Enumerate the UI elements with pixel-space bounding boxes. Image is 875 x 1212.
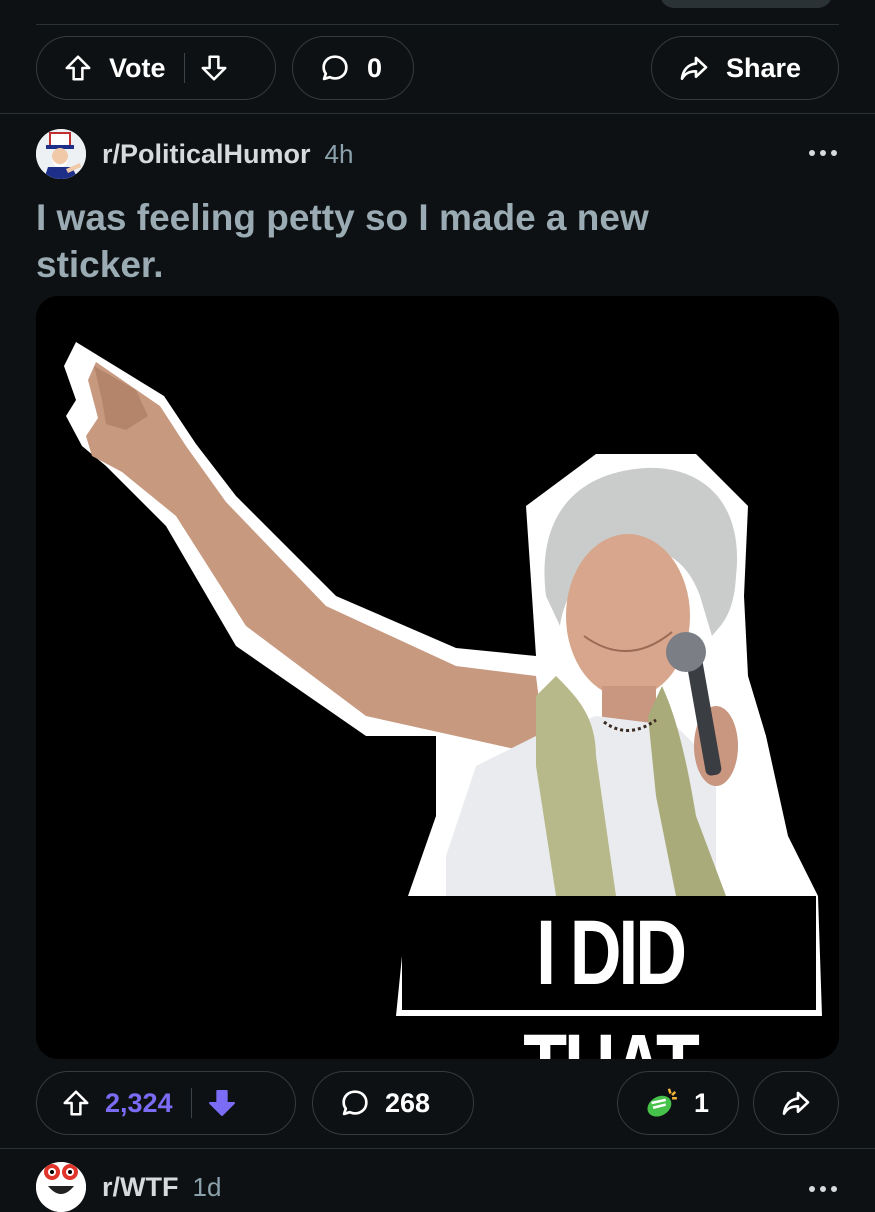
divider	[36, 24, 839, 25]
share-label: Share	[726, 52, 802, 83]
vote-divider	[190, 1088, 193, 1118]
comment-icon	[319, 52, 351, 84]
subreddit-avatar[interactable]	[36, 1162, 86, 1212]
more-options-icon[interactable]	[809, 150, 837, 156]
comment-count: 268	[385, 1087, 431, 1118]
post-time: 4h	[324, 138, 354, 169]
vote-divider	[183, 53, 186, 83]
vote-label: Vote	[109, 52, 166, 83]
comments-button[interactable]: 0	[292, 36, 414, 100]
subreddit-name[interactable]: r/PoliticalHumor	[102, 139, 311, 170]
downvote-icon-active[interactable]	[206, 1087, 238, 1119]
next-post-meta: r/WTF 1d	[36, 1162, 221, 1212]
upvote-icon[interactable]	[61, 1088, 91, 1118]
vote-count: 2,324	[105, 1087, 173, 1118]
more-options-icon[interactable]	[809, 1186, 837, 1192]
post-image[interactable]: I DID THAT	[36, 296, 839, 1059]
share-icon	[780, 1087, 812, 1119]
comment-count: 0	[367, 52, 383, 83]
award-button[interactable]: 1	[617, 1071, 739, 1135]
award-icon	[642, 1084, 680, 1122]
share-icon	[678, 52, 710, 84]
vote-group: 2,324	[36, 1071, 296, 1135]
sticker-caption: I DID THAT	[523, 902, 700, 1059]
downvote-icon[interactable]	[199, 53, 229, 83]
award-count: 1	[694, 1087, 710, 1118]
comments-button[interactable]: 268	[312, 1071, 474, 1135]
subreddit-avatar[interactable]	[36, 129, 86, 179]
share-button[interactable]: Share	[651, 36, 839, 100]
vote-group: Vote	[36, 36, 276, 100]
post-title[interactable]: I was feeling petty so I made a new stic…	[36, 194, 656, 288]
divider	[0, 113, 875, 114]
share-button[interactable]	[753, 1071, 839, 1135]
comment-icon	[339, 1087, 371, 1119]
subreddit-name[interactable]: r/WTF	[102, 1172, 178, 1203]
upvote-icon[interactable]	[63, 53, 93, 83]
divider	[0, 1148, 875, 1149]
post-meta: r/PoliticalHumor 4h	[36, 128, 353, 180]
post-time: 1d	[192, 1171, 222, 1202]
previous-post-pill	[660, 0, 832, 8]
